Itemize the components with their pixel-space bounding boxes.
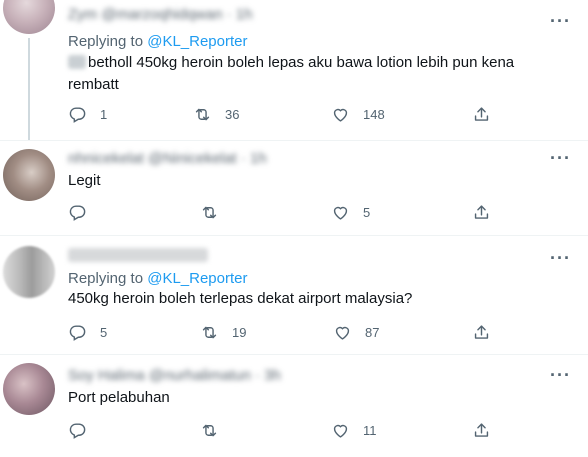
tweet-body: 450kg heroin boleh terlepas dekat airpor…: [68, 290, 413, 307]
mention-link[interactable]: @KL_Reporter: [147, 270, 247, 287]
tweet-text: 450kg heroin boleh terlepas dekat airpor…: [68, 288, 558, 310]
like-button[interactable]: 11: [331, 421, 377, 440]
like-count: 11: [363, 423, 377, 438]
more-icon[interactable]: ···: [550, 366, 570, 384]
retweet-count: 19: [232, 325, 247, 340]
retweet-button[interactable]: [200, 203, 232, 222]
reply-button[interactable]: 1: [68, 105, 107, 124]
redacted-word: [68, 55, 86, 69]
tweet-body: betholl 450kg heroin boleh lepas aku baw…: [68, 54, 515, 93]
retweet-icon: [202, 326, 217, 339]
share-icon: [474, 325, 489, 339]
like-icon: [335, 326, 350, 340]
more-icon[interactable]: ···: [550, 249, 570, 267]
share-button[interactable]: [472, 323, 491, 342]
replying-to-label: Replying to: [68, 33, 144, 50]
reply-icon: [69, 205, 86, 221]
replying-to-label: Replying to: [68, 270, 144, 287]
reply-button[interactable]: 5: [68, 323, 107, 342]
reply-count: 5: [100, 325, 108, 340]
like-icon: [333, 424, 348, 438]
tweet-text: Legit: [68, 170, 558, 192]
avatar[interactable]: [3, 363, 55, 415]
reply-icon: [69, 107, 86, 123]
thread-line: [28, 38, 30, 140]
replying-to: Replying to @KL_Reporter: [68, 270, 248, 287]
like-button[interactable]: 87: [333, 323, 379, 342]
share-button[interactable]: [472, 105, 491, 124]
tweet-1[interactable]: Zym @marzoqhidqwan · 1h ··· Replying to …: [0, 0, 588, 140]
retweet-count: 36: [225, 107, 240, 122]
like-icon: [333, 206, 348, 220]
retweet-button[interactable]: 36: [193, 105, 239, 124]
like-icon: [333, 108, 348, 122]
reply-icon: [69, 325, 86, 341]
avatar[interactable]: [3, 149, 55, 201]
tweet-text: Port pelabuhan: [68, 387, 558, 409]
like-count: 148: [363, 107, 385, 122]
reply-count: 1: [100, 107, 108, 122]
like-button[interactable]: 5: [331, 203, 370, 222]
redacted-name: [68, 248, 208, 263]
tweet-header[interactable]: [68, 246, 208, 266]
avatar[interactable]: [3, 246, 55, 298]
share-button[interactable]: [472, 203, 491, 222]
share-button[interactable]: [472, 421, 491, 440]
like-count: 5: [363, 205, 371, 220]
tweet-header[interactable]: Zym @marzoqhidqwan · 1h: [68, 6, 252, 26]
tweet-4[interactable]: Soy Halima @nurhalimatun · 3h ··· Port p…: [0, 355, 588, 457]
like-button[interactable]: 148: [331, 105, 385, 124]
reply-button[interactable]: [68, 203, 100, 222]
replying-to: Replying to @KL_Reporter: [68, 33, 248, 50]
avatar[interactable]: [3, 0, 55, 34]
share-icon: [474, 205, 489, 219]
share-icon: [474, 423, 489, 437]
like-count: 87: [365, 325, 380, 340]
more-icon[interactable]: ···: [550, 12, 570, 30]
tweet-2[interactable]: nhnicekelat @Ninicekelat · 1h ··· Legit …: [0, 141, 588, 235]
retweet-icon: [195, 108, 210, 121]
retweet-icon: [202, 424, 217, 437]
retweet-button[interactable]: [200, 421, 232, 440]
tweet-text: betholl 450kg heroin boleh lepas aku baw…: [68, 52, 558, 96]
retweet-icon: [202, 206, 217, 219]
retweet-button[interactable]: 19: [200, 323, 246, 342]
reply-button[interactable]: [68, 421, 100, 440]
tweet-3[interactable]: ··· Replying to @KL_Reporter 450kg heroi…: [0, 236, 588, 354]
share-icon: [474, 107, 489, 121]
reply-icon: [69, 423, 86, 439]
tweet-header[interactable]: nhnicekelat @Ninicekelat · 1h: [68, 150, 267, 170]
tweet-header[interactable]: Soy Halima @nurhalimatun · 3h: [68, 367, 281, 387]
mention-link[interactable]: @KL_Reporter: [147, 33, 247, 50]
tweet-body: Port pelabuhan: [68, 389, 170, 406]
more-icon[interactable]: ···: [550, 149, 570, 167]
tweet-body: Legit: [68, 172, 101, 189]
